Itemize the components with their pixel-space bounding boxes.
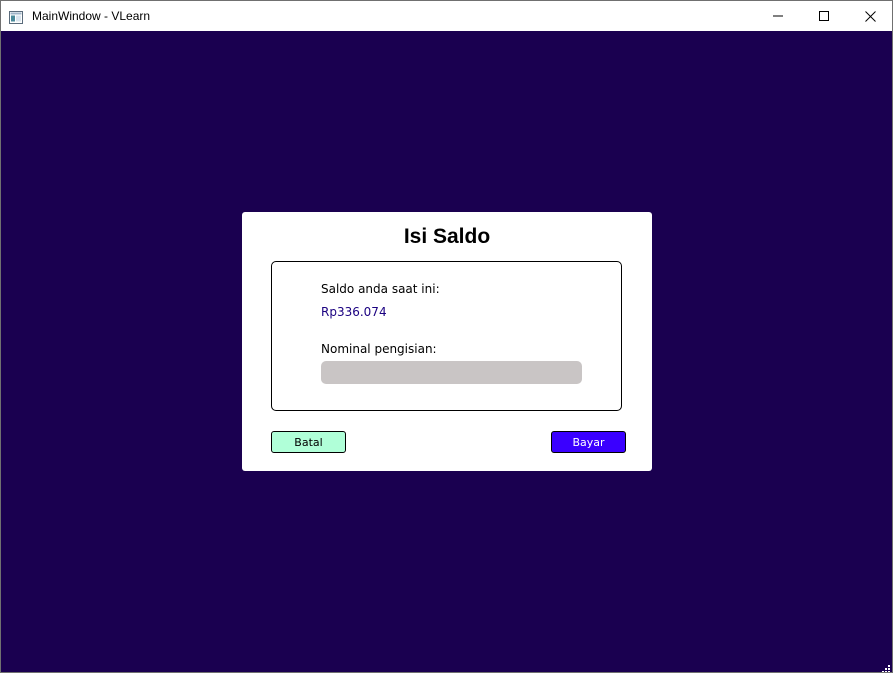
nominal-input[interactable] (321, 361, 582, 384)
balance-label: Saldo anda saat ini: (321, 282, 440, 296)
close-icon (864, 10, 876, 22)
minimize-icon (773, 11, 783, 21)
close-button[interactable] (847, 1, 892, 31)
minimize-button[interactable] (755, 1, 801, 31)
main-window: MainWindow - VLearn Isi Saldo Saldo anda… (0, 0, 893, 673)
top-up-dialog: Isi Saldo Saldo anda saat ini: Rp336.074… (242, 212, 652, 471)
title-bar[interactable]: MainWindow - VLearn (1, 1, 892, 31)
nominal-label: Nominal pengisian: (321, 342, 437, 356)
cancel-button[interactable]: Batal (271, 431, 346, 453)
window-title: MainWindow - VLearn (32, 9, 151, 23)
pay-button[interactable]: Bayar (551, 431, 626, 453)
resize-grip-icon[interactable] (880, 660, 890, 672)
app-icon (9, 9, 23, 24)
dialog-title: Isi Saldo (403, 225, 491, 248)
maximize-button[interactable] (801, 1, 847, 31)
balance-form-box: Saldo anda saat ini: Rp336.074 Nominal p… (271, 261, 622, 411)
balance-value: Rp336.074 (321, 305, 387, 319)
maximize-icon (819, 11, 829, 21)
window-content: Isi Saldo Saldo anda saat ini: Rp336.074… (1, 31, 892, 672)
